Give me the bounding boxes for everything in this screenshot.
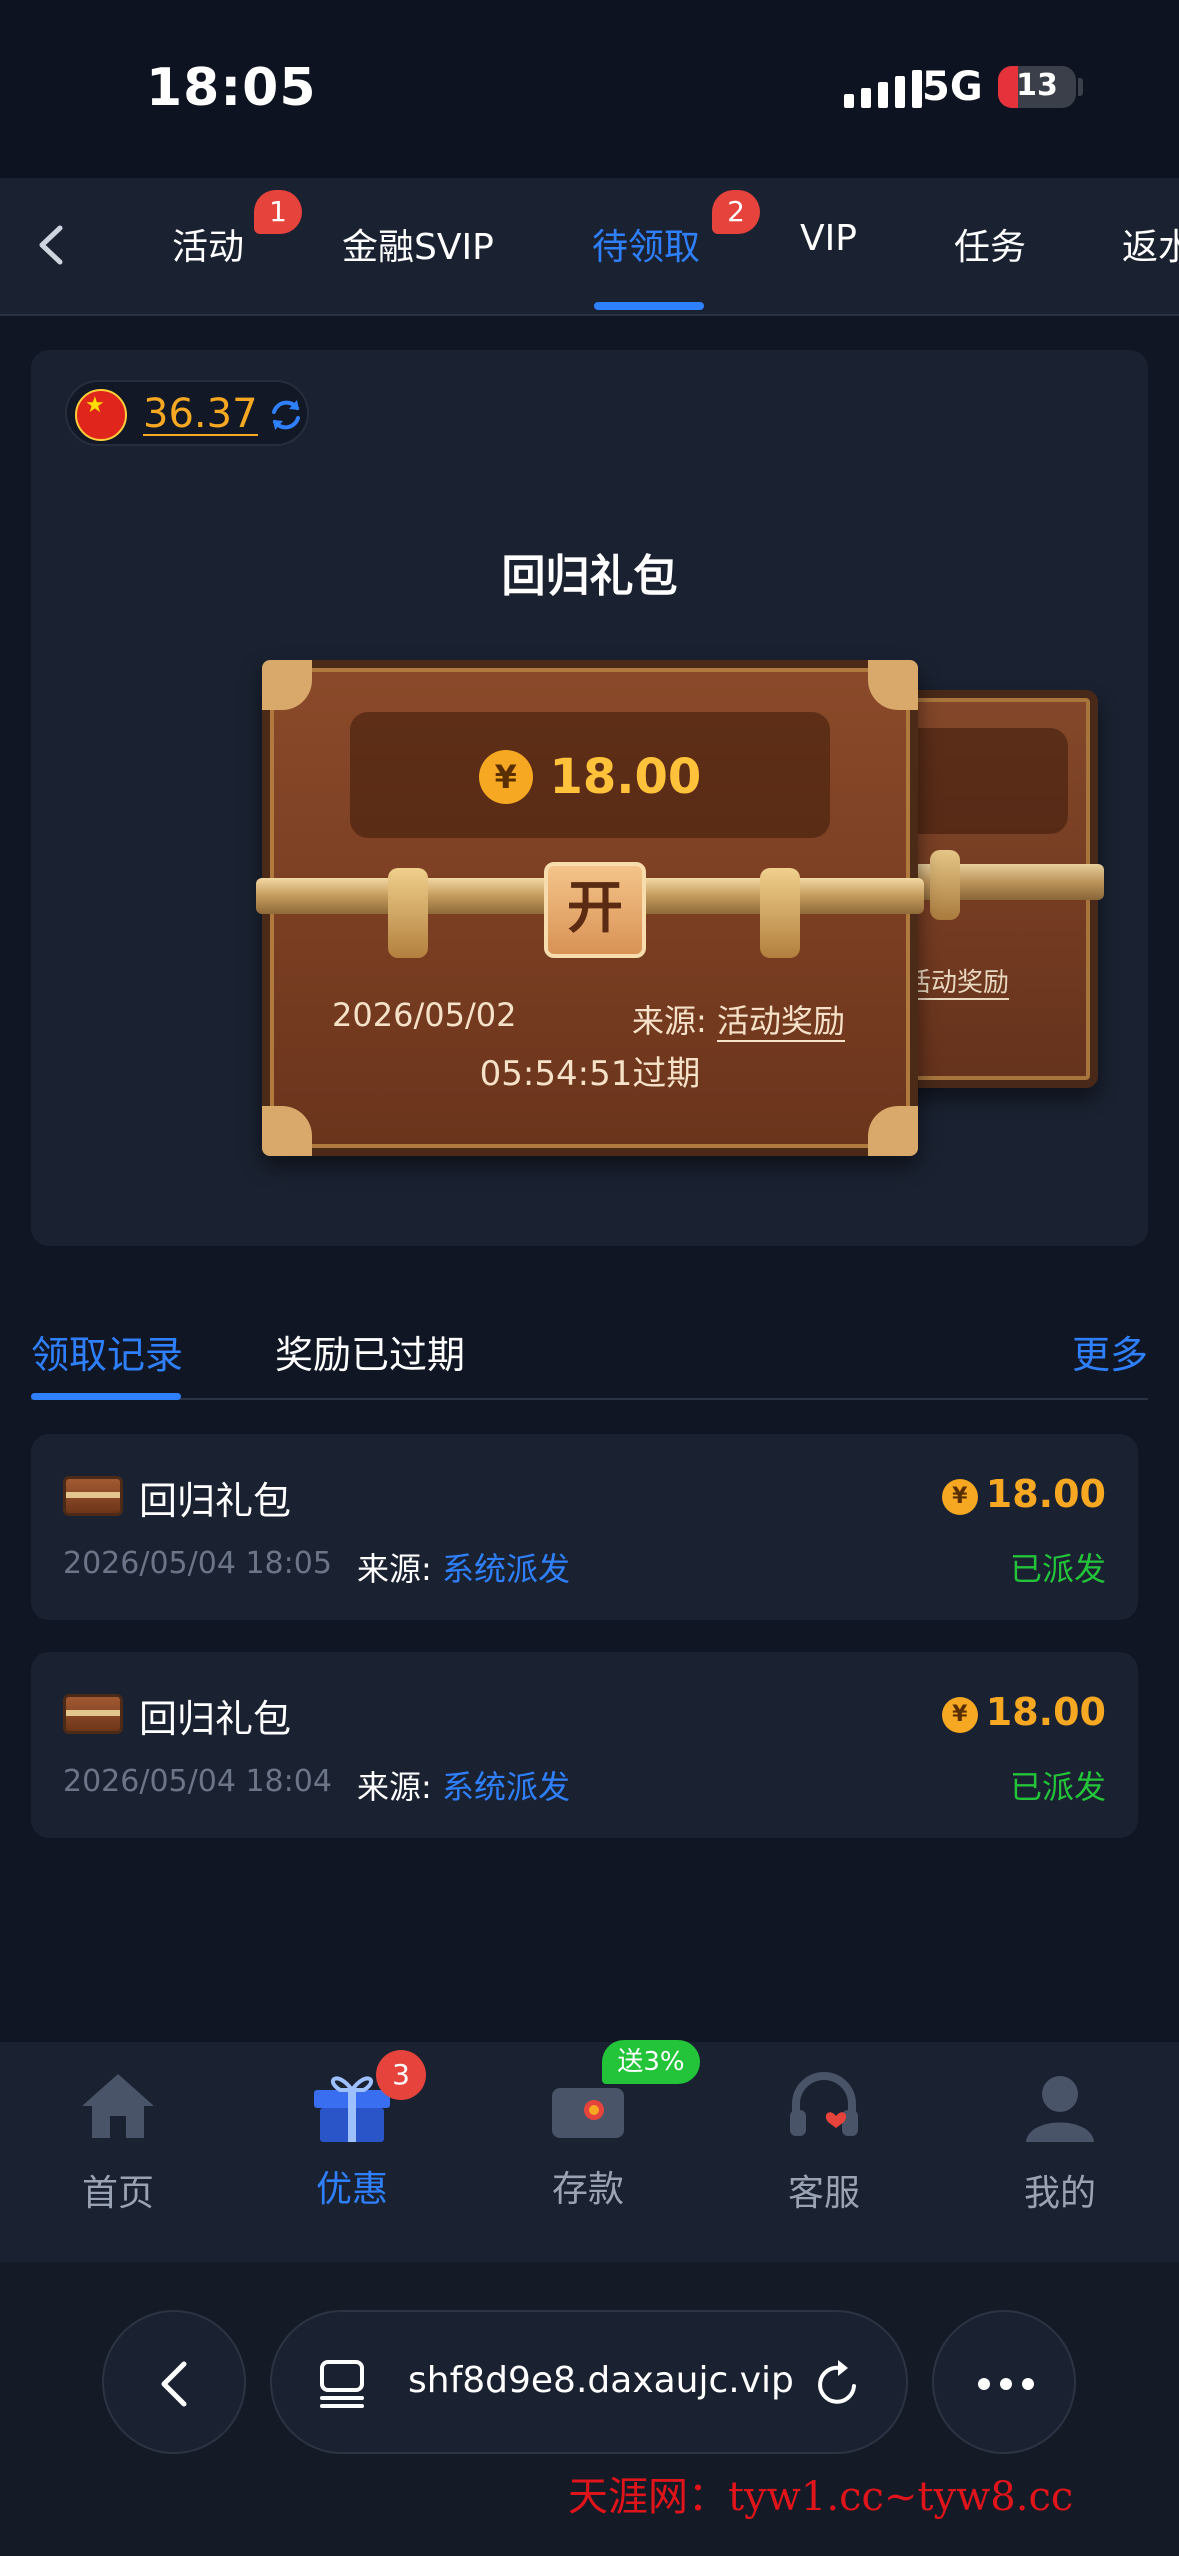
china-flag-icon: ★ [75,389,127,441]
records-tabs: 领取记录 奖励已过期 更多 [31,1310,1148,1400]
tab-pending-badge: 2 [712,190,760,234]
nav-promotions[interactable]: 3 优惠 [272,2050,432,2212]
record-title: 回归礼包 [139,1697,292,1741]
chest-icon [63,1476,123,1516]
tab-activity[interactable]: 活动 [172,218,244,270]
chevron-left-icon [161,2361,187,2407]
more-dots-icon [978,2378,1034,2390]
promotions-badge: 3 [376,2050,426,2100]
active-tab-indicator [594,302,704,310]
chest-source: 来源: 活动奖励 [632,1002,845,1042]
tabs-icon [320,2360,364,2408]
status-bar: 18:05 5G 13 [0,0,1179,178]
refresh-icon[interactable] [267,396,305,434]
browser-more-button[interactable] [932,2310,1076,2454]
tab-tasks[interactable]: 任务 [954,218,1026,270]
tab-finance-svip[interactable]: 金融SVIP [342,218,494,270]
network-type: 5G [922,64,983,110]
user-icon [1026,2076,1094,2142]
headset-icon [790,2072,858,2136]
tab-activity-badge: 1 [254,190,302,234]
reload-icon[interactable] [810,2356,866,2412]
wallet-balance: ★ 36.37 [65,380,309,446]
watermark: 天涯网：tyw1.cc~tyw8.cc [568,2474,1074,2520]
chest-expire-countdown: 05:54:51过期 [479,1054,701,1094]
records-tab-indicator [31,1393,181,1400]
nav-home[interactable]: 首页 [38,2066,198,2216]
tab-expired-rewards[interactable]: 奖励已过期 [275,1324,465,1379]
record-date: 2026/05/04 18:04 [63,1764,332,1799]
tab-claimed-records[interactable]: 领取记录 [31,1324,183,1379]
record-amount: ¥18.00 [941,1690,1106,1734]
yuan-coin-icon: ¥ [941,1478,978,1515]
record-amount: ¥18.00 [941,1472,1106,1516]
yuan-coin-icon: ¥ [941,1696,978,1733]
url-text: shf8d9e8.daxaujc.vip [408,2360,794,2401]
address-bar[interactable]: shf8d9e8.daxaujc.vip [270,2310,908,2454]
yuan-coin-icon: ¥ [478,750,533,804]
chest-date: 2026/05/02 [332,996,517,1034]
record-status: 已派发 [1009,1768,1106,1806]
record-status: 已派发 [1009,1550,1106,1588]
home-icon [82,2074,154,2138]
back-chevron-icon[interactable] [28,220,78,270]
chest-amount: ¥ 18.00 [270,746,910,805]
bottom-navigation: 首页 3 优惠 送3% 存款 客服 我的 [0,2040,1179,2262]
battery-icon: 13 [998,66,1076,108]
nav-deposit[interactable]: 送3% 存款 [508,2040,700,2212]
tab-rebate[interactable]: 返水 [1122,218,1179,270]
deposit-bonus-badge: 送3% [602,2040,700,2084]
open-chest-button[interactable]: 开 [544,862,646,958]
category-tabs: 活动 1 金融SVIP 待领取 2 VIP 任务 返水 [0,178,1179,316]
card-title: 回归礼包 [501,551,678,602]
chest-primary[interactable]: ¥ 18.00 开 2026/05/02 来源: 活动奖励 05:54:51过期 [256,660,924,1156]
tab-vip[interactable]: VIP [800,218,857,259]
tab-pending[interactable]: 待领取 [592,218,700,270]
more-link[interactable]: 更多 [1072,1324,1148,1379]
record-row[interactable]: 回归礼包 ¥18.00 2026/05/04 18:04 来源: 系统派发 已派… [31,1652,1138,1838]
nav-profile[interactable]: 我的 [980,2066,1140,2216]
record-title: 回归礼包 [139,1479,292,1523]
record-source: 来源: 系统派发 [357,1550,570,1588]
signal-icon [844,70,922,108]
record-source: 来源: 系统派发 [357,1768,570,1806]
balance-value: 36.37 [143,391,258,437]
record-row[interactable]: 回归礼包 ¥18.00 2026/05/04 18:05 来源: 系统派发 已派… [31,1434,1138,1620]
browser-back-button[interactable] [102,2310,246,2454]
nav-support[interactable]: 客服 [744,2066,904,2216]
status-time: 18:05 [146,58,317,118]
battery-level: 13 [1016,68,1058,103]
record-date: 2026/05/04 18:05 [63,1546,332,1581]
chest-icon [63,1694,123,1734]
